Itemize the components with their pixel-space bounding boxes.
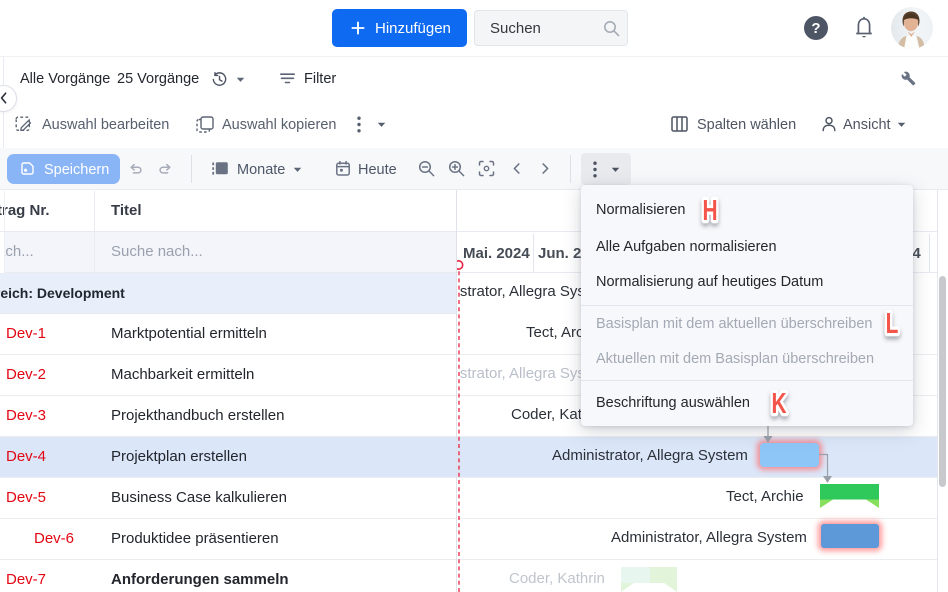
svg-text:?: ? — [811, 20, 820, 37]
svg-text:L: L — [886, 308, 899, 340]
svg-text:H: H — [702, 195, 717, 227]
svg-text:K: K — [771, 388, 786, 420]
